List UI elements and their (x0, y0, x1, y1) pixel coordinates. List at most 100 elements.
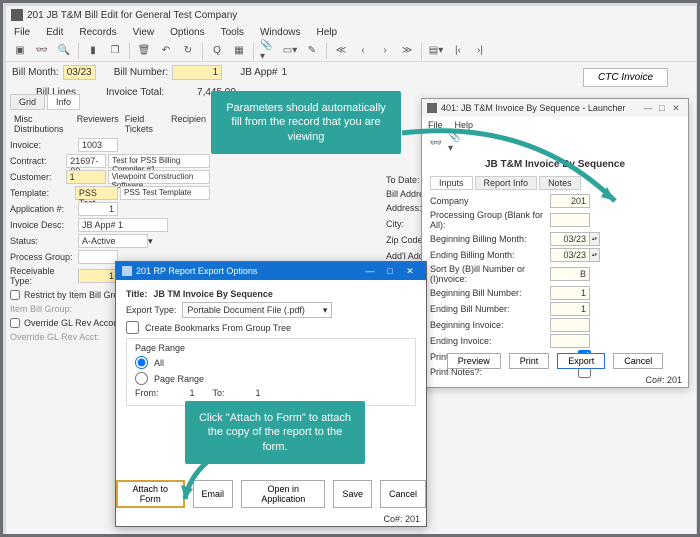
nav-next-icon[interactable]: › (377, 43, 393, 59)
nav-last-icon[interactable]: ≫ (399, 43, 415, 59)
chevron-down-icon[interactable]: ▾ (148, 236, 153, 247)
override-checkbox[interactable] (10, 318, 20, 328)
launcher-menu-help[interactable]: Help (455, 120, 474, 130)
cancel-button[interactable]: Cancel (613, 353, 663, 369)
search-icon[interactable]: 👓 (34, 43, 50, 59)
attach2-icon[interactable]: 📎▾ (448, 135, 464, 151)
l-einv-field[interactable] (550, 334, 590, 348)
l-ebm-label: Ending Billing Month: (430, 250, 550, 260)
menu-options[interactable]: Options (170, 27, 204, 38)
l-sort-field[interactable]: B (550, 267, 590, 281)
ltab-inputs[interactable]: Inputs (430, 176, 473, 190)
launcher-menu-file[interactable]: File (428, 120, 443, 130)
new-icon[interactable]: ▮ (85, 43, 101, 59)
l-bbm-label: Beginning Billing Month: (430, 234, 550, 244)
appnum-field[interactable]: 1 (78, 202, 118, 216)
settings-icon[interactable]: Q (209, 43, 225, 59)
menu-tools[interactable]: Tools (221, 27, 244, 38)
export-titlebar: 201 RP Report Export Options — □ ✕ (116, 262, 426, 280)
jb-app-value: 1 (281, 67, 287, 78)
tab-info[interactable]: Info (47, 94, 80, 110)
invoice-field[interactable]: 1003 (78, 138, 118, 152)
l-company-field[interactable]: 201 (550, 194, 590, 208)
range-label: Page Range (154, 374, 204, 384)
app-icon (11, 9, 23, 21)
bill-number-label: Bill Number: (114, 67, 168, 78)
menu-file[interactable]: File (14, 27, 30, 38)
menu-view[interactable]: View (133, 27, 155, 38)
bill-month-label: Bill Month: (12, 67, 59, 78)
export-min-icon[interactable]: — (360, 266, 380, 276)
pg-field[interactable] (78, 250, 118, 264)
binoculars-icon[interactable]: 🔍 (56, 43, 72, 59)
export-max-icon[interactable]: □ (380, 266, 400, 276)
minimize-icon[interactable]: — (641, 103, 655, 113)
export-button[interactable]: Export (557, 353, 605, 369)
attach-icon[interactable]: 📎▾ (260, 43, 276, 59)
template-field[interactable]: PSS Test (75, 186, 118, 200)
grid-icon[interactable]: ▦ (231, 43, 247, 59)
save-button[interactable]: Save (333, 480, 372, 508)
related-icon[interactable]: ▭▾ (282, 43, 298, 59)
refresh-icon[interactable]: ↻ (180, 43, 196, 59)
save-icon[interactable]: ▣ (12, 43, 28, 59)
l-bbn-field[interactable]: 1 (550, 286, 590, 300)
bill-month-field[interactable]: 03/23 (63, 65, 96, 80)
invdesc-field[interactable]: JB App# 1 (78, 218, 168, 232)
undo-icon[interactable]: ↶ (158, 43, 174, 59)
print-button[interactable]: Print (509, 353, 550, 369)
last-rec-icon[interactable]: ›| (472, 43, 488, 59)
nav-prev-icon[interactable]: ‹ (355, 43, 371, 59)
restrict-checkbox[interactable] (10, 290, 20, 300)
from-label: From: (135, 388, 159, 398)
nav-first-icon[interactable]: ≪ (333, 43, 349, 59)
export-close-icon[interactable]: ✕ (400, 266, 420, 277)
attach-to-form-button[interactable]: Attach to Form (116, 480, 185, 508)
menu-edit[interactable]: Edit (46, 27, 63, 38)
l-company-label: Company (430, 196, 550, 206)
menu-records[interactable]: Records (79, 27, 116, 38)
menu-windows[interactable]: Windows (260, 27, 301, 38)
l-ebn-field[interactable]: 1 (550, 302, 590, 316)
notes-icon[interactable]: ✎ (304, 43, 320, 59)
copy-icon[interactable]: ❐ (107, 43, 123, 59)
maximize-icon[interactable]: □ (655, 103, 669, 113)
spinner-icon[interactable]: ▴▾ (590, 248, 600, 262)
recv-label: Receivable Type: (10, 266, 78, 286)
subtab-reviewers[interactable]: Reviewers (77, 114, 119, 134)
l-ebn-label: Ending Bill Number: (430, 304, 550, 314)
preview-button[interactable]: Preview (447, 353, 501, 369)
l-binv-field[interactable] (550, 318, 590, 332)
l-pg-field[interactable] (550, 213, 590, 227)
subtab-recipients[interactable]: Recipien (171, 114, 206, 134)
spinner-icon[interactable]: ▴▾ (590, 232, 600, 246)
export-type-select[interactable]: Portable Document File (.pdf)▾ (182, 302, 332, 318)
bill-number-field[interactable]: 1 (172, 65, 222, 80)
launcher-icon (427, 103, 437, 113)
open-app-button[interactable]: Open in Application (241, 480, 325, 508)
subtab-misc[interactable]: Misc Distributions (14, 114, 71, 134)
table-icon[interactable]: ▤▾ (428, 43, 444, 59)
email-button[interactable]: Email (193, 480, 234, 508)
delete-icon[interactable]: 🗑 (136, 43, 152, 59)
range-radio[interactable] (135, 372, 148, 385)
export-cancel-button[interactable]: Cancel (380, 480, 426, 508)
first-rec-icon[interactable]: |‹ (450, 43, 466, 59)
status-field[interactable]: A-Active (78, 234, 148, 248)
ltab-notes[interactable]: Notes (539, 176, 581, 190)
all-radio[interactable] (135, 356, 148, 369)
customer-field[interactable]: 1 (66, 170, 106, 184)
launcher-footer: Co#: 201 (645, 375, 682, 385)
subtab-tickets[interactable]: Field Tickets (125, 114, 165, 134)
restrict-label: Restrict by Item Bill Group (24, 290, 129, 300)
bookmarks-checkbox[interactable] (126, 321, 139, 334)
l-bbm-field[interactable]: 03/23 (550, 232, 590, 246)
tab-grid[interactable]: Grid (10, 94, 45, 110)
recv-field[interactable]: 1 (78, 269, 118, 283)
preview-icon[interactable]: 👓 (428, 135, 444, 151)
close-icon[interactable]: ✕ (669, 103, 683, 114)
ltab-reportinfo[interactable]: Report Info (475, 176, 538, 190)
ctc-invoice-button[interactable]: CTC Invoice (583, 68, 668, 87)
l-ebm-field[interactable]: 03/23 (550, 248, 590, 262)
menu-help[interactable]: Help (317, 27, 338, 38)
